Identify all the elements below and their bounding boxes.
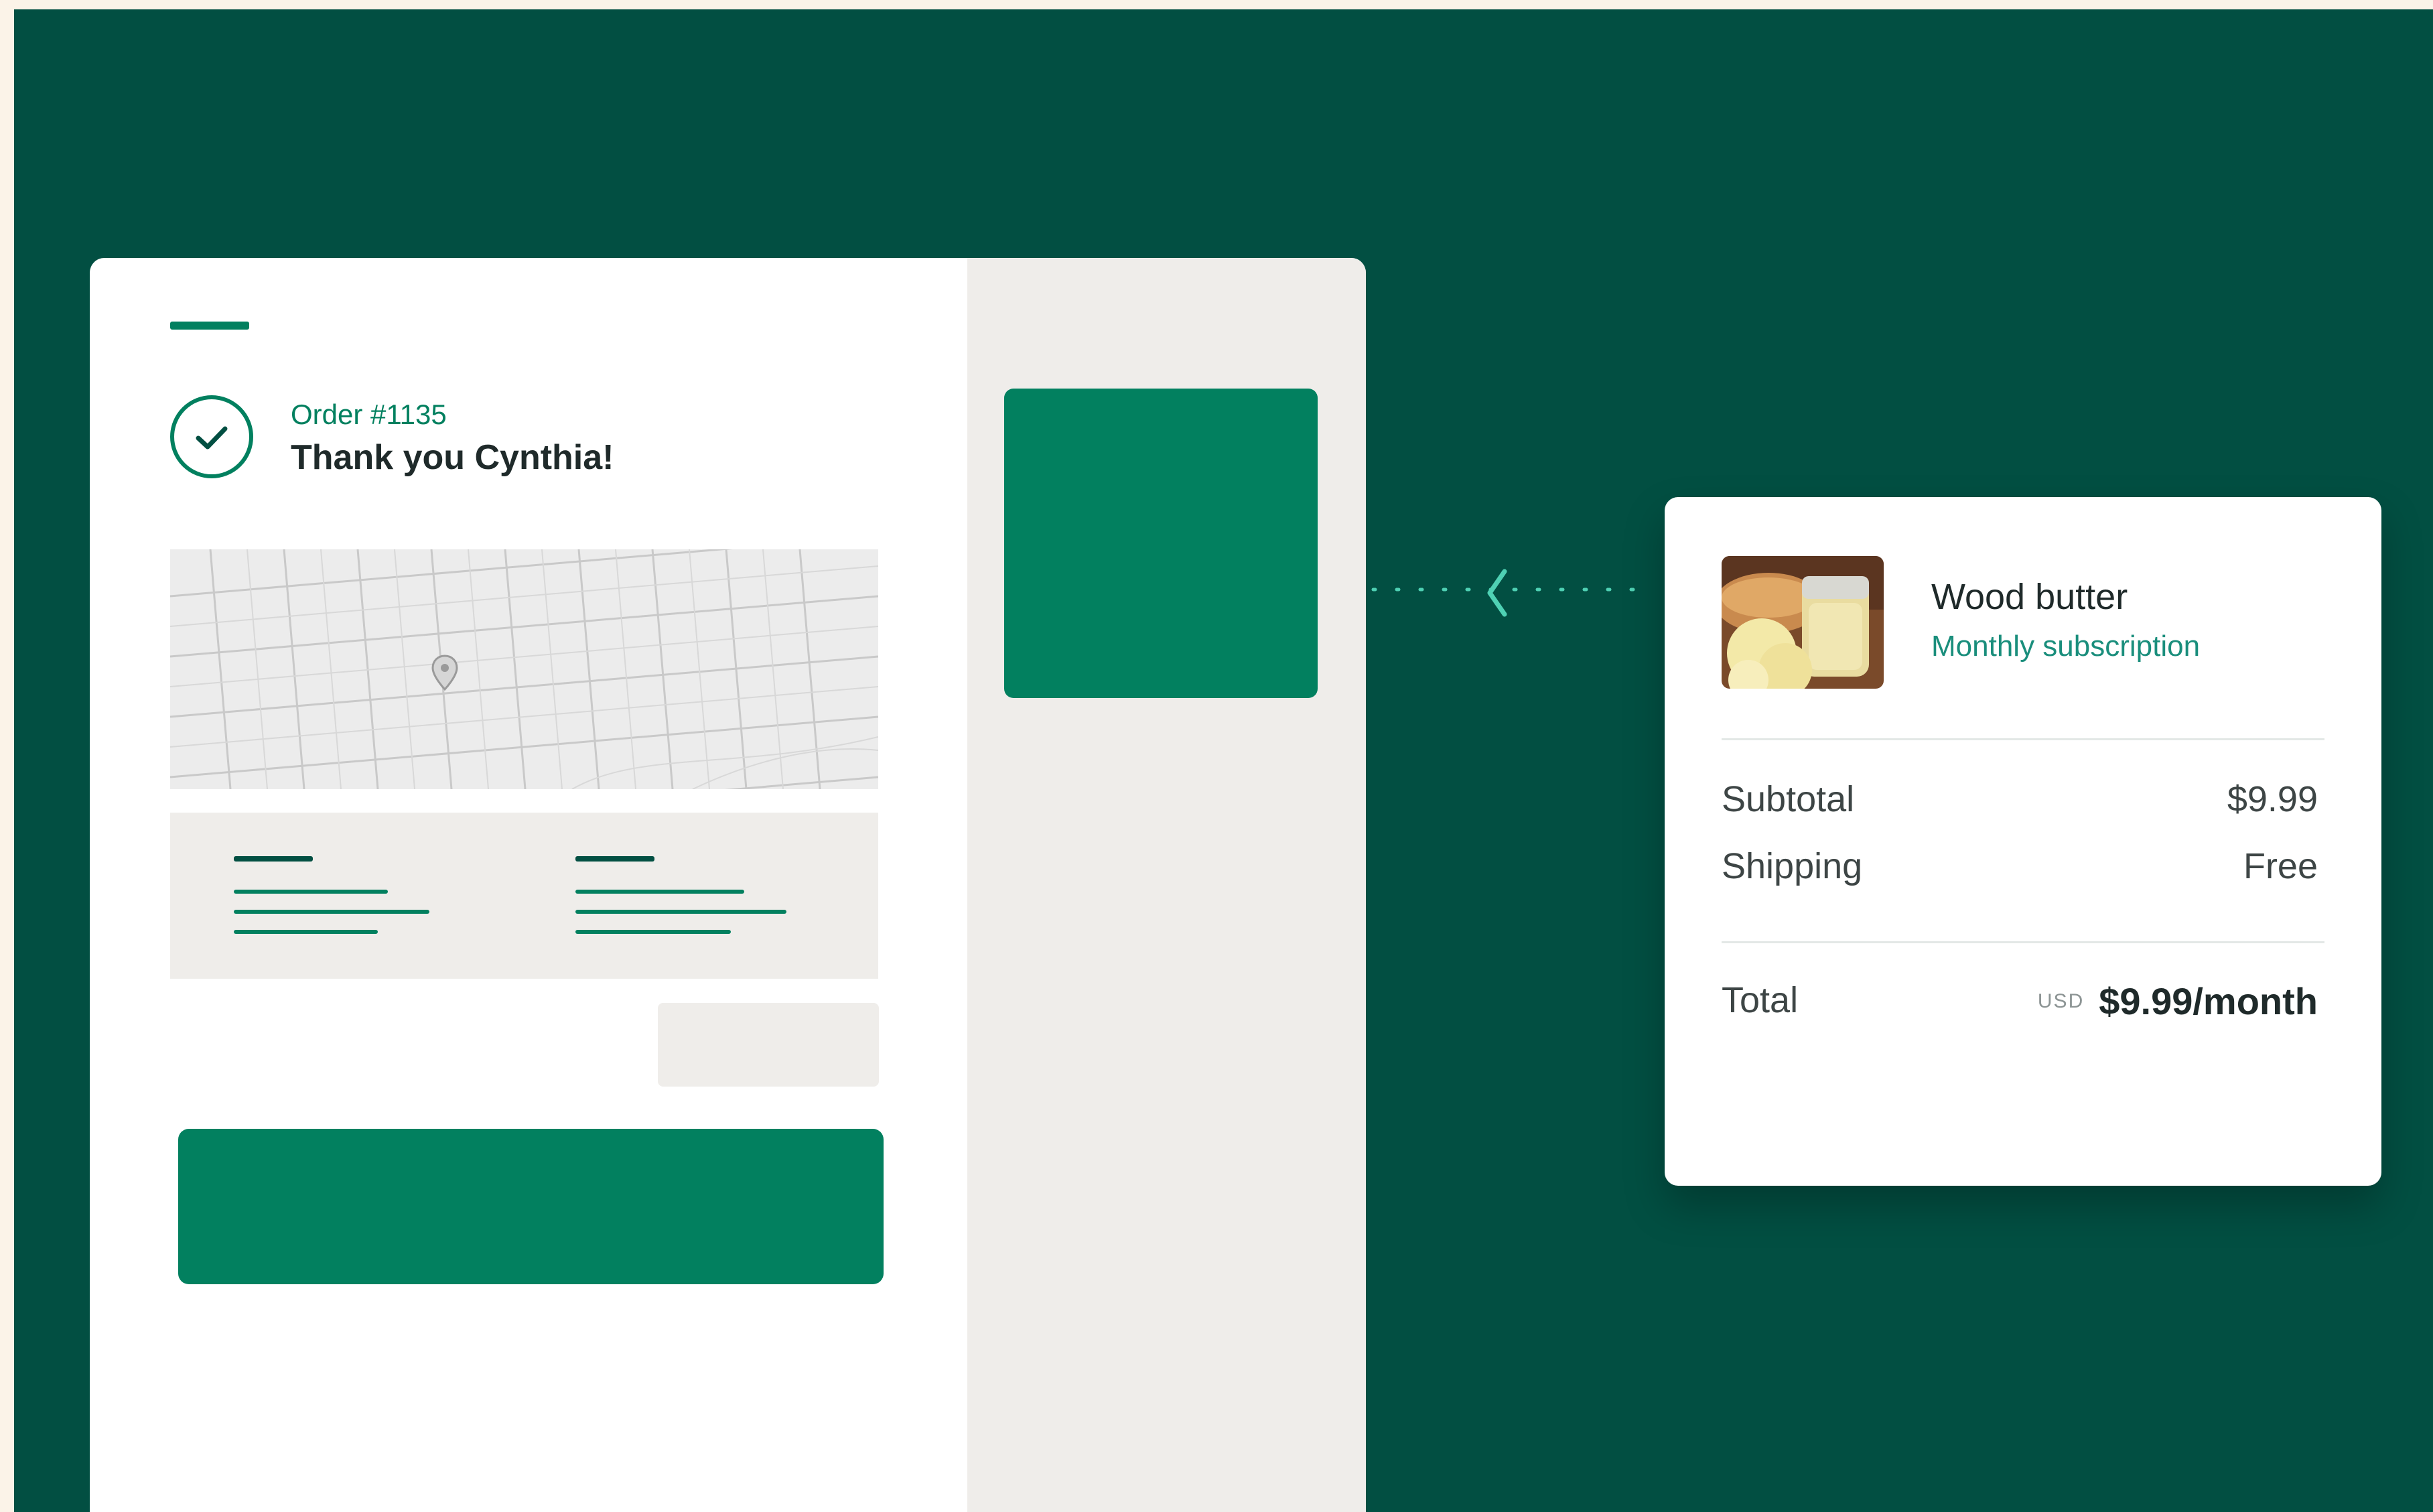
- store-logo-placeholder: [170, 322, 249, 330]
- sidebar-placeholder-block: [1004, 389, 1318, 698]
- checkmark-icon: [170, 395, 253, 478]
- total-label: Total: [1722, 980, 1799, 1020]
- total-value: $9.99/month: [2099, 980, 2318, 1022]
- address-text-line: [234, 910, 429, 914]
- product-name: Wood butter: [1931, 577, 2128, 617]
- subtotal-label: Subtotal: [1722, 779, 1855, 819]
- subtotal-value: $9.99: [2227, 779, 2318, 819]
- address-text-line: [234, 890, 388, 894]
- address-heading-line: [234, 856, 313, 862]
- order-status-page: Order #1135 Thank you Cynthia!: [90, 258, 1366, 1512]
- shipping-label: Shipping: [1722, 846, 1863, 886]
- address-text-line: [234, 930, 378, 934]
- address-info-panel: [170, 813, 878, 979]
- address-heading-line: [575, 856, 654, 862]
- currency-code: USD: [2037, 989, 2085, 1012]
- shipping-value: Free: [2243, 846, 2318, 886]
- map-pin-icon: [428, 653, 462, 693]
- address-text-line: [575, 930, 731, 934]
- subscription-summary-card: Wood butter Monthly subscription Subtota…: [1665, 497, 2381, 1186]
- thank-you-heading: Thank you Cynthia!: [291, 438, 614, 477]
- chevron-left-icon: [1482, 566, 1515, 620]
- total-amount: USD $9.99/month: [2038, 979, 2318, 1023]
- secondary-button[interactable]: [658, 1003, 879, 1087]
- divider: [1722, 941, 2324, 943]
- order-number: Order #1135: [291, 399, 447, 430]
- address-text-line: [575, 910, 786, 914]
- divider: [1722, 738, 2324, 740]
- continue-shopping-button[interactable]: [178, 1129, 884, 1284]
- subscription-type[interactable]: Monthly subscription: [1931, 630, 2200, 663]
- delivery-map[interactable]: [170, 549, 878, 789]
- product-thumbnail: [1722, 556, 1884, 689]
- address-text-line: [575, 890, 744, 894]
